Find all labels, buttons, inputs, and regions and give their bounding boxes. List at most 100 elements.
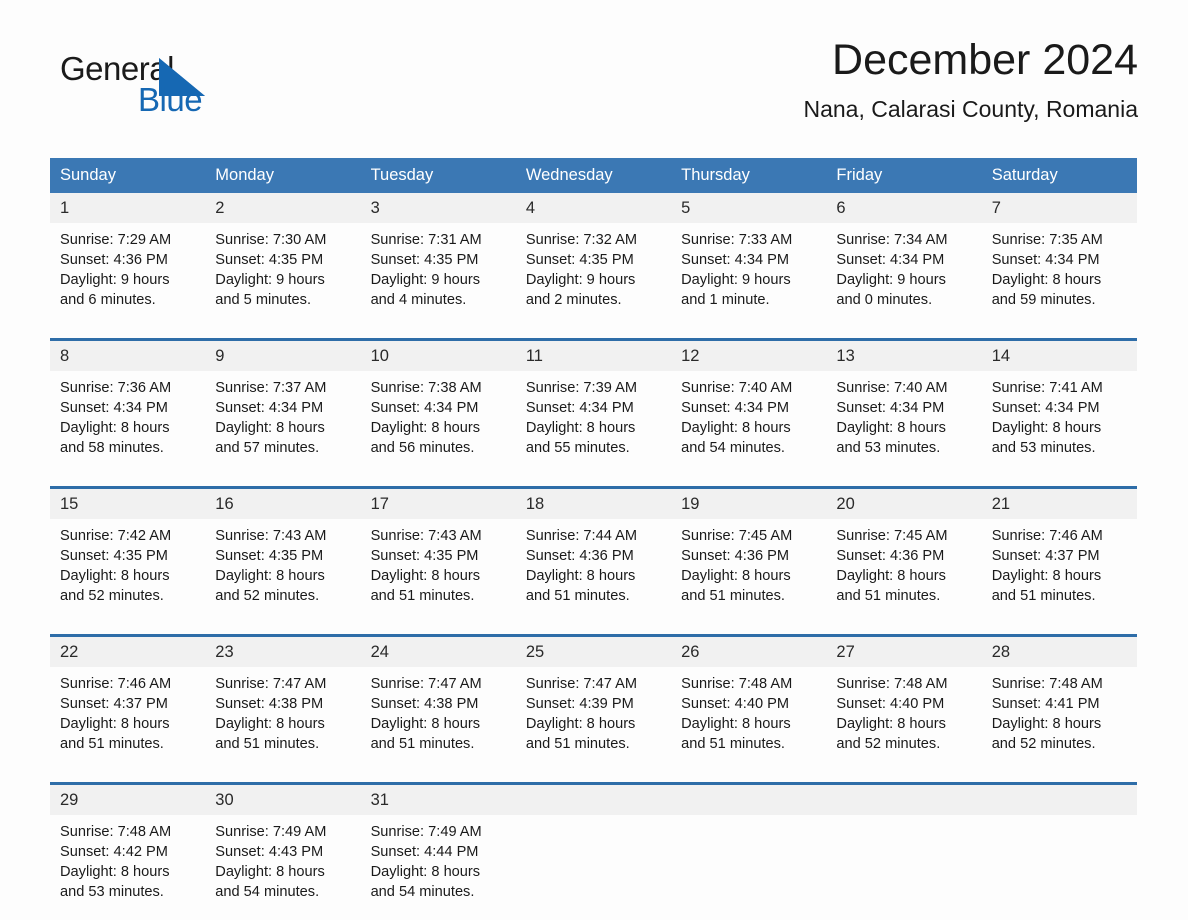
daylight-text-cont: and 51 minutes.: [215, 736, 320, 753]
day-number-24[interactable]: 24: [361, 637, 516, 667]
day-number-27[interactable]: 27: [826, 637, 981, 667]
sunset-text: Sunset: 4:35 PM: [370, 548, 479, 565]
day-cell-3[interactable]: Sunrise: 7:31 AM Sunset: 4:35 PM Daylight:…: [361, 223, 516, 328]
week-date-band: 29 30 31: [50, 785, 1137, 816]
day-cell-17[interactable]: Sunrise: 7:43 AM Sunset: 4:35 PM Daylight:…: [361, 519, 516, 624]
daylight-text-cont: and 0 minutes.: [836, 292, 933, 309]
week-spacer: [50, 624, 1137, 635]
day-cell-31[interactable]: Sunrise: 7:49 AM Sunset: 4:44 PM Daylight:…: [361, 815, 516, 920]
sunset-text: Sunset: 4:36 PM: [836, 548, 945, 565]
day-number-7[interactable]: 7: [982, 193, 1137, 223]
day-number-29[interactable]: 29: [50, 785, 205, 815]
sunset-text: Sunset: 4:41 PM: [991, 696, 1100, 713]
day-cell-13[interactable]: Sunrise: 7:40 AM Sunset: 4:34 PM Daylight:…: [826, 371, 981, 476]
sunrise-text: Sunrise: 7:31 AM: [370, 232, 482, 249]
day-number-6[interactable]: 6: [826, 193, 981, 223]
logo-text-blue: Blue: [138, 81, 203, 118]
sunrise-text: Sunrise: 7:41 AM: [991, 380, 1103, 397]
day-cell-22[interactable]: Sunrise: 7:46 AM Sunset: 4:37 PM Daylight:…: [50, 667, 205, 772]
day-number-19[interactable]: 19: [671, 489, 826, 519]
day-number-3[interactable]: 3: [361, 193, 516, 223]
day-cell-23[interactable]: Sunrise: 7:47 AM Sunset: 4:38 PM Daylight:…: [205, 667, 360, 772]
day-number-empty: [826, 785, 981, 815]
day-number-8[interactable]: 8: [50, 341, 205, 371]
day-cell-11[interactable]: Sunrise: 7:39 AM Sunset: 4:34 PM Daylight:…: [516, 371, 671, 476]
calendar-body: 1 2 3 4 5 6 7 Sunrise: 7:29 AM Sunset: 4:36 PM Da…: [50, 193, 1137, 920]
day-cell-26[interactable]: Sunrise: 7:48 AM Sunset: 4:40 PM Daylight:…: [671, 667, 826, 772]
week-spacer: [50, 328, 1137, 339]
daylight-text: Daylight: 8 hours: [215, 568, 325, 585]
day-cell-24[interactable]: Sunrise: 7:47 AM Sunset: 4:38 PM Daylight:…: [361, 667, 516, 772]
daylight-text-cont: and 52 minutes.: [60, 588, 164, 605]
day-number-12[interactable]: 12: [671, 341, 826, 371]
day-cell-9[interactable]: Sunrise: 7:37 AM Sunset: 4:34 PM Daylight:…: [205, 371, 360, 476]
day-cell-10[interactable]: Sunrise: 7:38 AM Sunset: 4:34 PM Daylight:…: [361, 371, 516, 476]
day-cell-25[interactable]: Sunrise: 7:47 AM Sunset: 4:39 PM Daylight:…: [516, 667, 671, 772]
day-cell-19[interactable]: Sunrise: 7:45 AM Sunset: 4:36 PM Daylight:…: [671, 519, 826, 624]
day-cell-12[interactable]: Sunrise: 7:40 AM Sunset: 4:34 PM Daylight:…: [671, 371, 826, 476]
day-number-28[interactable]: 28: [982, 637, 1137, 667]
day-cell-28[interactable]: Sunrise: 7:48 AM Sunset: 4:41 PM Daylight:…: [982, 667, 1137, 772]
day-number-2[interactable]: 2: [205, 193, 360, 223]
sunset-text: Sunset: 4:36 PM: [525, 548, 634, 565]
day-cell-29[interactable]: Sunrise: 7:48 AM Sunset: 4:42 PM Daylight:…: [50, 815, 205, 920]
day-number-30[interactable]: 30: [205, 785, 360, 815]
day-number-31[interactable]: 31: [361, 785, 516, 815]
sunset-text: Sunset: 4:42 PM: [60, 844, 168, 861]
weekday-header-row: Sunday Monday Tuesday Wednesday Thursday Frid…: [50, 158, 1137, 194]
day-number-23[interactable]: 23: [205, 637, 360, 667]
sunrise-text: Sunrise: 7:47 AM: [215, 676, 327, 693]
day-number-22[interactable]: 22: [50, 637, 205, 667]
sunset-text: Sunset: 4:34 PM: [681, 252, 790, 269]
sunset-text: Sunset: 4:34 PM: [991, 252, 1100, 269]
day-number-5[interactable]: 5: [671, 193, 826, 223]
sunrise-text: Sunrise: 7:40 AM: [681, 380, 793, 397]
day-number-17[interactable]: 17: [361, 489, 516, 519]
day-cell-6[interactable]: Sunrise: 7:34 AM Sunset: 4:34 PM Daylight:…: [826, 223, 981, 328]
day-cell-empty: [516, 815, 671, 920]
weekday-header-wednesday: Wednesday: [525, 166, 613, 184]
day-cell-7[interactable]: Sunrise: 7:35 AM Sunset: 4:34 PM Daylight:…: [982, 223, 1137, 328]
day-number-11[interactable]: 11: [516, 341, 671, 371]
day-cell-14[interactable]: Sunrise: 7:41 AM Sunset: 4:34 PM Daylight:…: [982, 371, 1137, 476]
day-cell-8[interactable]: Sunrise: 7:36 AM Sunset: 4:34 PM Daylight:…: [50, 371, 205, 476]
day-cell-4[interactable]: Sunrise: 7:32 AM Sunset: 4:35 PM Daylight:…: [516, 223, 671, 328]
day-number-25[interactable]: 25: [516, 637, 671, 667]
day-cell-15[interactable]: Sunrise: 7:42 AM Sunset: 4:35 PM Daylight:…: [50, 519, 205, 624]
week-detail-band: Sunrise: 7:36 AM Sunset: 4:34 PM Daylight:…: [50, 371, 1137, 477]
day-number-4[interactable]: 4: [516, 193, 671, 223]
day-number-13[interactable]: 13: [826, 341, 981, 371]
day-cell-16[interactable]: Sunrise: 7:43 AM Sunset: 4:35 PM Daylight:…: [205, 519, 360, 624]
day-number-1[interactable]: 1: [50, 193, 205, 223]
day-number-20[interactable]: 20: [826, 489, 981, 519]
calendar-week-row: 8 9 10 11 12 13 14 Sunrise: 7:36 AM Sunset: 4:34…: [50, 338, 1137, 477]
day-cell-18[interactable]: Sunrise: 7:44 AM Sunset: 4:36 PM Daylight:…: [516, 519, 671, 624]
day-cell-2[interactable]: Sunrise: 7:30 AM Sunset: 4:35 PM Daylight:…: [205, 223, 360, 328]
day-number-14[interactable]: 14: [982, 341, 1137, 371]
sunset-text: Sunset: 4:34 PM: [836, 252, 945, 269]
day-number-21[interactable]: 21: [982, 489, 1137, 519]
day-cell-27[interactable]: Sunrise: 7:48 AM Sunset: 4:40 PM Daylight:…: [826, 667, 981, 772]
day-cell-30[interactable]: Sunrise: 7:49 AM Sunset: 4:43 PM Daylight:…: [205, 815, 360, 920]
daylight-text: Daylight: 8 hours: [836, 568, 946, 585]
day-cell-5[interactable]: Sunrise: 7:33 AM Sunset: 4:34 PM Daylight:…: [671, 223, 826, 328]
day-cell-20[interactable]: Sunrise: 7:45 AM Sunset: 4:36 PM Daylight:…: [826, 519, 981, 624]
day-number-16[interactable]: 16: [205, 489, 360, 519]
daylight-text-cont: and 56 minutes.: [370, 440, 475, 457]
day-number-empty: [516, 785, 671, 815]
day-number-26[interactable]: 26: [671, 637, 826, 667]
day-number-18[interactable]: 18: [516, 489, 671, 519]
page-title: December 2024: [832, 36, 1138, 84]
calendar-week-row: 29 30 31 Sunrise: 7:48 AM Sunset: 4:42 PM Day…: [50, 782, 1137, 920]
daylight-text: Daylight: 8 hours: [370, 420, 481, 437]
day-cell-1[interactable]: Sunrise: 7:29 AM Sunset: 4:36 PM Daylight:…: [50, 223, 205, 328]
daylight-text-cont: and 51 minutes.: [681, 736, 785, 753]
daylight-text-cont: and 4 minutes.: [370, 292, 467, 309]
day-cell-21[interactable]: Sunrise: 7:46 AM Sunset: 4:37 PM Daylight:…: [982, 519, 1137, 624]
day-number-9[interactable]: 9: [205, 341, 360, 371]
day-number-10[interactable]: 10: [361, 341, 516, 371]
general-blue-logo[interactable]: General Blue: [60, 50, 320, 130]
daylight-text-cont: and 52 minutes.: [991, 736, 1096, 753]
daylight-text: Daylight: 9 hours: [60, 272, 170, 289]
day-number-15[interactable]: 15: [50, 489, 205, 519]
